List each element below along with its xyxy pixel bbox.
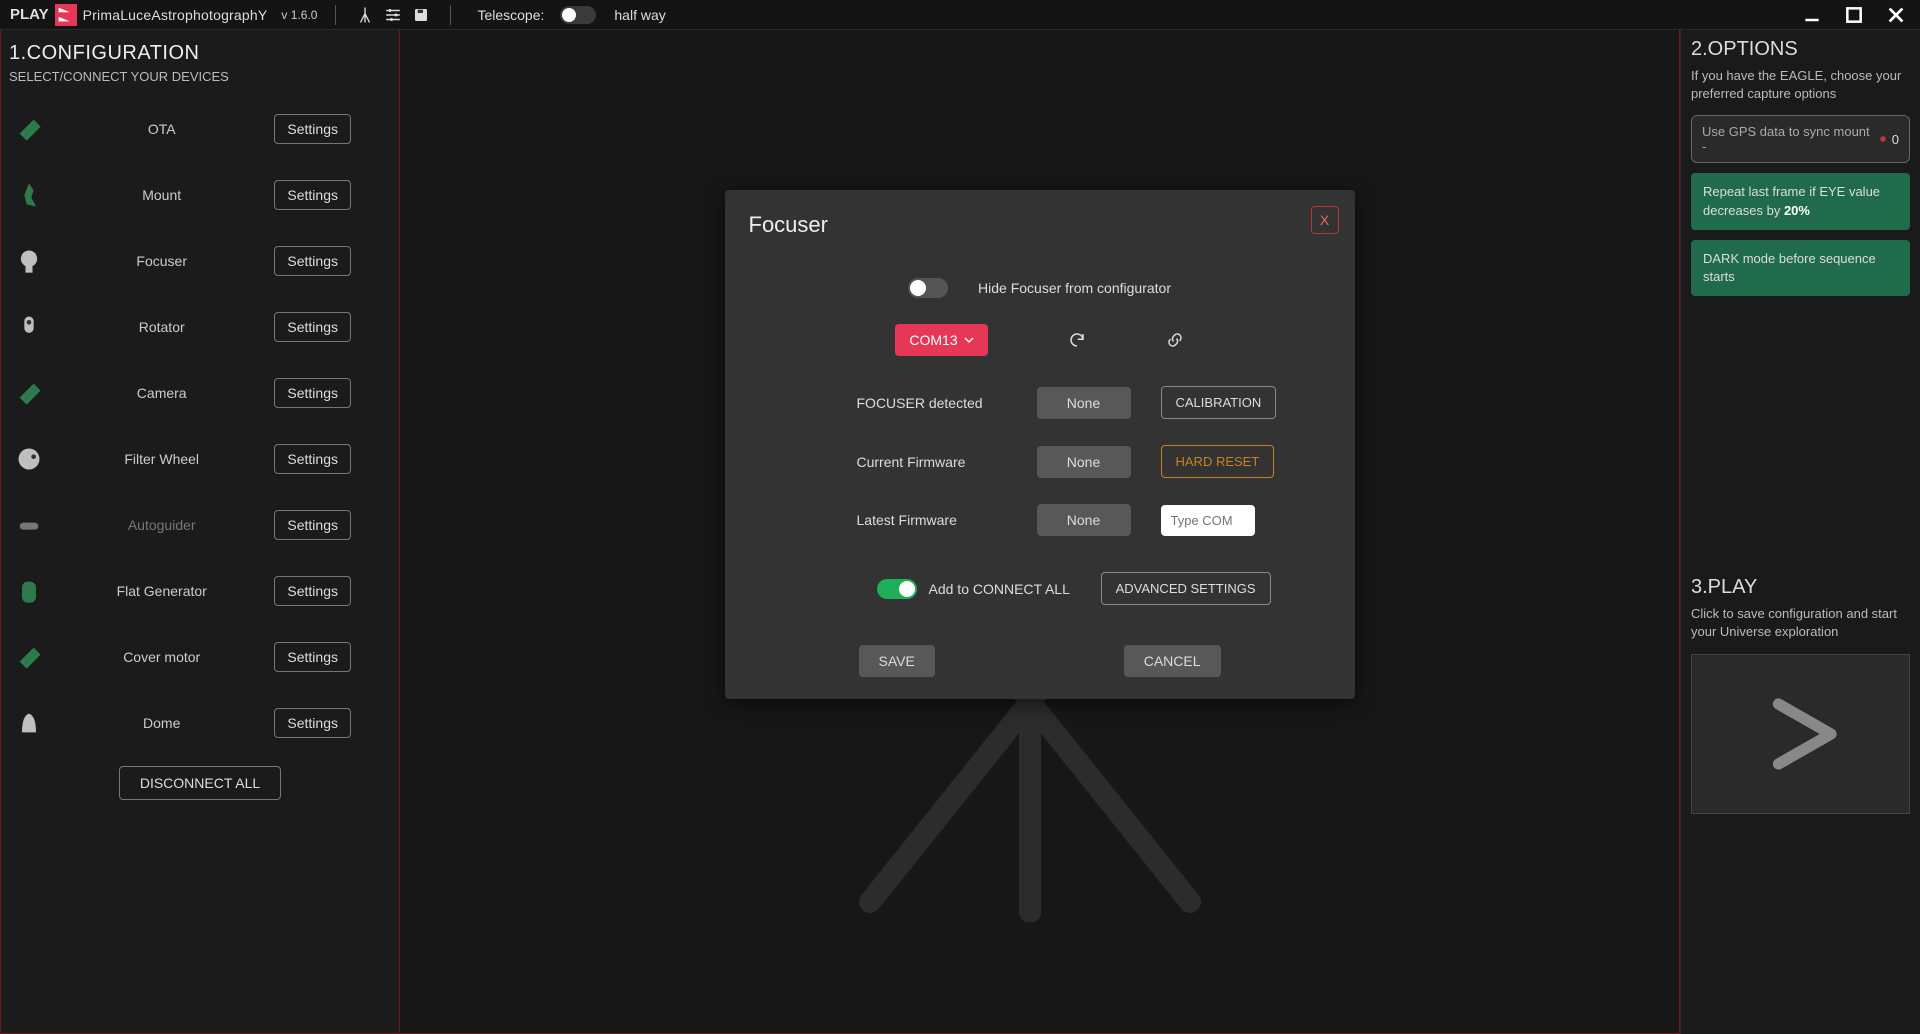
device-icon (9, 703, 49, 743)
device-name: Autoguider (59, 517, 264, 533)
separator (335, 5, 336, 25)
focuser-detected-value: None (1037, 387, 1131, 419)
cancel-button[interactable]: CANCEL (1124, 645, 1221, 677)
device-row-flat-generator: Flat Generator Settings (9, 558, 391, 624)
focuser-detected-label: FOCUSER detected (857, 395, 1007, 411)
sliders-icon[interactable] (382, 4, 404, 26)
top-bar: PLAY PrimaLuceAstrophotographY v 1.6.0 T… (0, 0, 1920, 30)
device-icon (9, 373, 49, 413)
device-name: Rotator (59, 319, 264, 335)
device-row-focuser: Focuser Settings (9, 228, 391, 294)
device-row-filter-wheel: Filter Wheel Settings (9, 426, 391, 492)
device-settings-button[interactable]: Settings (274, 114, 351, 144)
device-icon (9, 307, 49, 347)
refresh-icon[interactable] (1068, 331, 1086, 349)
telescope-toggle[interactable] (560, 6, 596, 24)
play-section-title: 3.PLAY (1691, 576, 1910, 599)
device-row-cover-motor: Cover motor Settings (9, 624, 391, 690)
add-connect-all-label: Add to CONNECT ALL (929, 581, 1070, 597)
device-settings-button[interactable]: Settings (274, 246, 351, 276)
satellite-icon (1876, 132, 1890, 146)
device-row-camera: Camera Settings (9, 360, 391, 426)
device-name: Cover motor (59, 649, 264, 665)
play-icon (1756, 689, 1846, 779)
device-name: Focuser (59, 253, 264, 269)
hard-reset-button[interactable]: HARD RESET (1161, 445, 1275, 478)
modal-close-button[interactable]: X (1311, 206, 1339, 234)
focuser-modal: Focuser X Hide Focuser from configurator… (725, 190, 1355, 699)
device-icon (9, 109, 49, 149)
advanced-settings-button[interactable]: ADVANCED SETTINGS (1101, 572, 1271, 605)
device-row-mount: Mount Settings (9, 162, 391, 228)
chevron-down-icon (964, 335, 974, 345)
device-icon (9, 241, 49, 281)
options-desc: If you have the EAGLE, choose your prefe… (1691, 67, 1910, 103)
link-icon[interactable] (1166, 331, 1184, 349)
type-com-input[interactable] (1161, 505, 1255, 536)
disconnect-all-button[interactable]: DISCONNECT ALL (119, 766, 281, 800)
separator (450, 5, 451, 25)
play-start-button[interactable] (1691, 654, 1910, 814)
brand-name: PrimaLuceAstrophotographY (83, 7, 268, 23)
device-name: Filter Wheel (59, 451, 264, 467)
latest-firmware-value: None (1037, 504, 1131, 536)
modal-overlay: Focuser X Hide Focuser from configurator… (400, 30, 1679, 1033)
telescope-label: Telescope: (477, 7, 544, 23)
current-firmware-value: None (1037, 446, 1131, 478)
device-row-ota: OTA Settings (9, 96, 391, 162)
gps-sync-option[interactable]: Use GPS data to sync mount - 0 (1691, 115, 1910, 163)
device-settings-button[interactable]: Settings (274, 576, 351, 606)
current-firmware-label: Current Firmware (857, 454, 1007, 470)
app-version: v 1.6.0 (281, 8, 317, 22)
device-name: OTA (59, 121, 264, 137)
device-icon (9, 505, 49, 545)
device-icon (9, 637, 49, 677)
device-settings-button[interactable]: Settings (274, 510, 351, 540)
device-name: Dome (59, 715, 264, 731)
close-button[interactable] (1882, 4, 1910, 26)
device-settings-button[interactable]: Settings (274, 444, 351, 474)
com-port-dropdown[interactable]: COM13 (895, 324, 987, 356)
device-row-dome: Dome Settings (9, 690, 391, 756)
connect-all-row: Add to CONNECT ALL ADVANCED SETTINGS (749, 572, 1331, 605)
device-name: Camera (59, 385, 264, 401)
configuration-subtitle: SELECT/CONNECT YOUR DEVICES (9, 69, 391, 84)
device-name: Mount (59, 187, 264, 203)
device-icon (9, 439, 49, 479)
configuration-panel: 1.CONFIGURATION SELECT/CONNECT YOUR DEVI… (0, 30, 400, 1034)
minimize-button[interactable] (1798, 4, 1826, 26)
play-section-desc: Click to save configuration and start yo… (1691, 605, 1910, 641)
device-icon (9, 571, 49, 611)
device-settings-button[interactable]: Settings (274, 312, 351, 342)
save-icon[interactable] (410, 4, 432, 26)
dark-mode-option[interactable]: DARK mode before sequence starts (1691, 240, 1910, 296)
modal-title: Focuser (749, 212, 1331, 238)
device-row-rotator: Rotator Settings (9, 294, 391, 360)
hide-focuser-row: Hide Focuser from configurator (749, 278, 1331, 298)
hide-focuser-toggle[interactable] (908, 278, 948, 298)
telescope-status: half way (614, 7, 665, 23)
device-name: Flat Generator (59, 583, 264, 599)
latest-firmware-label: Latest Firmware (857, 512, 1007, 528)
maximize-button[interactable] (1840, 4, 1868, 26)
play-label: PLAY (10, 6, 49, 23)
device-row-autoguider: Autoguider Settings (9, 492, 391, 558)
device-icon (9, 175, 49, 215)
device-settings-button[interactable]: Settings (274, 642, 351, 672)
com-row: COM13 (749, 324, 1331, 356)
save-button[interactable]: SAVE (859, 645, 935, 677)
options-title: 2.OPTIONS (1691, 38, 1910, 61)
device-settings-button[interactable]: Settings (274, 180, 351, 210)
add-connect-all-toggle[interactable] (877, 579, 917, 599)
tripod-icon[interactable] (354, 4, 376, 26)
repeat-frame-option[interactable]: Repeat last frame if EYE value decreases… (1691, 173, 1910, 229)
calibration-button[interactable]: CALIBRATION (1161, 386, 1277, 419)
center-panel: Focuser X Hide Focuser from configurator… (400, 30, 1680, 1034)
options-panel: 2.OPTIONS If you have the EAGLE, choose … (1680, 30, 1920, 1034)
app-logo-icon (55, 4, 77, 26)
device-settings-button[interactable]: Settings (274, 378, 351, 408)
hide-focuser-label: Hide Focuser from configurator (978, 280, 1171, 296)
device-settings-button[interactable]: Settings (274, 708, 351, 738)
configuration-title: 1.CONFIGURATION (9, 42, 391, 65)
